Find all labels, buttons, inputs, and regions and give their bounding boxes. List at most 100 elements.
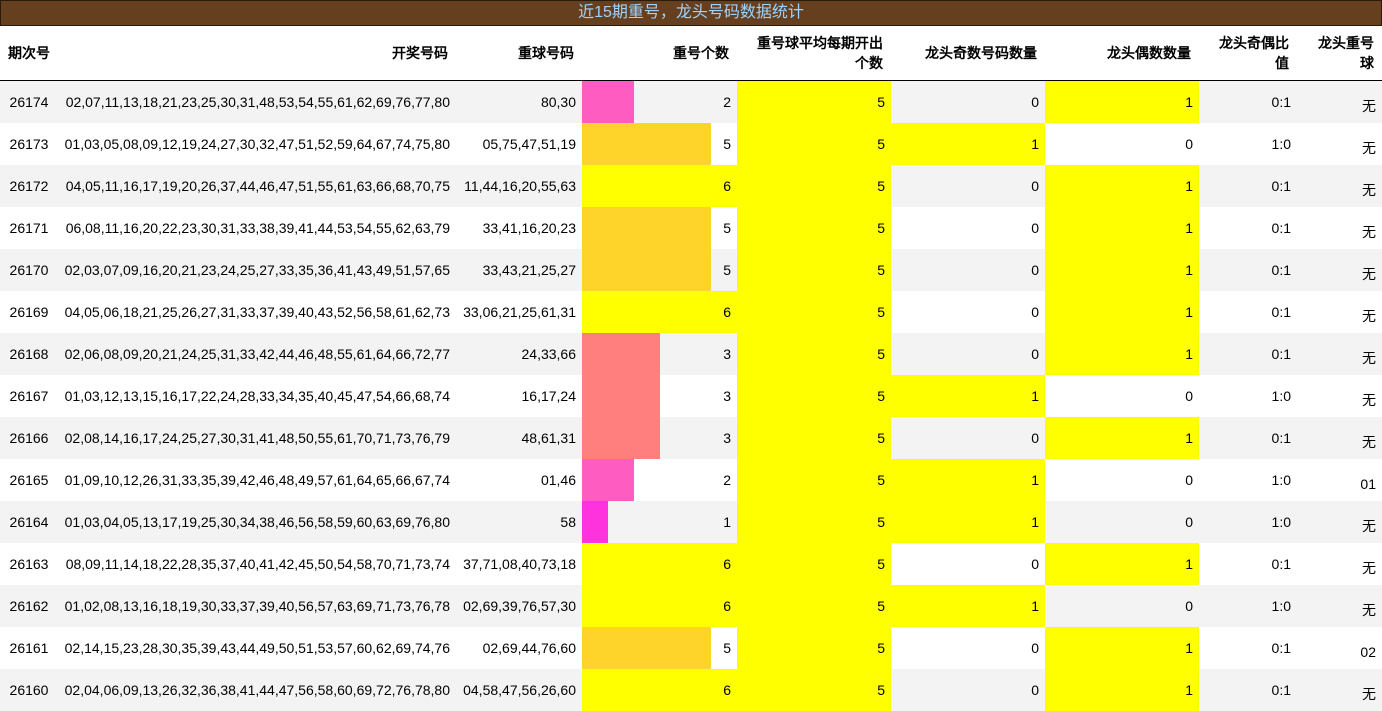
repeat-count-cell: 6 (582, 291, 737, 333)
repeat-count-value: 3 (723, 346, 731, 362)
repeat-count-value: 6 (723, 556, 731, 572)
issue-cell: 26162 (0, 585, 58, 627)
avg-cell: 5 (737, 543, 891, 585)
repeat-count-cell: 3 (582, 375, 737, 417)
numbers-cell: 01,09,10,12,26,31,33,35,39,42,46,48,49,5… (58, 459, 456, 501)
numbers-cell: 08,09,11,14,18,22,28,35,37,40,41,42,45,5… (58, 543, 456, 585)
even-count-cell: 1 (1045, 627, 1199, 669)
numbers-cell: 02,03,07,09,16,20,21,23,24,25,27,33,35,3… (58, 249, 456, 291)
numbers-cell: 04,05,11,16,17,19,20,26,37,44,46,47,51,5… (58, 165, 456, 207)
repeat-count-cell: 1 (582, 501, 737, 543)
col-header-repeat-balls[interactable]: 重球号码 (456, 26, 582, 81)
odd-count-cell: 1 (891, 501, 1045, 543)
repeat-count-value: 6 (723, 682, 731, 698)
odd-count-cell: 0 (891, 417, 1045, 459)
head-repeat-cell: 无 (1297, 585, 1382, 627)
avg-cell: 5 (737, 417, 891, 459)
table-header-row: 期次号 开奖号码 重球号码 重号个数 重号球平均每期开出个数 龙头奇数号码数量 … (0, 26, 1382, 81)
repeat-balls-cell: 33,06,21,25,61,31 (456, 291, 582, 333)
head-repeat-cell: 01 (1297, 459, 1382, 501)
numbers-cell: 02,07,11,13,18,21,23,25,30,31,48,53,54,5… (58, 80, 456, 123)
odd-count-cell: 0 (891, 80, 1045, 123)
head-repeat-cell: 无 (1297, 123, 1382, 165)
repeat-count-cell: 2 (582, 80, 737, 123)
avg-cell: 5 (737, 207, 891, 249)
avg-cell: 5 (737, 627, 891, 669)
odd-count-cell: 0 (891, 627, 1045, 669)
even-count-cell: 0 (1045, 375, 1199, 417)
repeat-count-cell: 2 (582, 459, 737, 501)
table-row: 26161 02,14,15,23,28,30,35,39,43,44,49,50… (0, 627, 1382, 669)
numbers-cell: 06,08,11,16,20,22,23,30,31,33,38,39,41,4… (58, 207, 456, 249)
odd-count-cell: 1 (891, 375, 1045, 417)
repeat-balls-cell: 16,17,24 (456, 375, 582, 417)
avg-cell: 5 (737, 249, 891, 291)
repeat-count-cell: 3 (582, 333, 737, 375)
repeat-balls-cell: 24,33,66 (456, 333, 582, 375)
page-title: 近15期重号，龙头号码数据统计 (0, 0, 1382, 26)
col-header-ratio[interactable]: 龙头奇偶比值 (1199, 26, 1297, 81)
repeat-balls-cell: 02,69,39,76,57,30 (456, 585, 582, 627)
odd-count-cell: 0 (891, 165, 1045, 207)
repeat-count-value: 3 (723, 388, 731, 404)
numbers-cell: 02,06,08,09,20,21,24,25,31,33,42,44,46,4… (58, 333, 456, 375)
ratio-cell: 1:0 (1199, 501, 1297, 543)
repeat-balls-cell: 48,61,31 (456, 417, 582, 459)
repeat-balls-cell: 02,69,44,76,60 (456, 627, 582, 669)
repeat-count-value: 6 (723, 598, 731, 614)
col-header-avg[interactable]: 重号球平均每期开出个数 (737, 26, 891, 81)
head-repeat-cell: 无 (1297, 417, 1382, 459)
even-count-cell: 0 (1045, 585, 1199, 627)
head-repeat-cell: 无 (1297, 291, 1382, 333)
table-row: 26168 02,06,08,09,20,21,24,25,31,33,42,44… (0, 333, 1382, 375)
odd-count-cell: 1 (891, 585, 1045, 627)
table-row: 26164 01,03,04,05,13,17,19,25,30,34,38,46… (0, 501, 1382, 543)
ratio-cell: 1:0 (1199, 459, 1297, 501)
head-repeat-cell: 02 (1297, 627, 1382, 669)
odd-count-cell: 0 (891, 543, 1045, 585)
even-count-cell: 1 (1045, 291, 1199, 333)
issue-cell: 26169 (0, 291, 58, 333)
repeat-count-cell: 5 (582, 123, 737, 165)
table-row: 26160 02,04,06,09,13,26,32,36,38,41,44,47… (0, 669, 1382, 711)
avg-cell: 5 (737, 291, 891, 333)
head-repeat-cell: 无 (1297, 375, 1382, 417)
ratio-cell: 1:0 (1199, 375, 1297, 417)
repeat-count-cell: 5 (582, 249, 737, 291)
table-row: 26173 01,03,05,08,09,12,19,24,27,30,32,47… (0, 123, 1382, 165)
head-repeat-cell: 无 (1297, 501, 1382, 543)
numbers-cell: 01,02,08,13,16,18,19,30,33,37,39,40,56,5… (58, 585, 456, 627)
issue-cell: 26163 (0, 543, 58, 585)
ratio-cell: 0:1 (1199, 249, 1297, 291)
odd-count-cell: 0 (891, 669, 1045, 711)
repeat-balls-cell: 37,71,08,40,73,18 (456, 543, 582, 585)
col-header-issue[interactable]: 期次号 (0, 26, 58, 81)
repeat-balls-cell: 58 (456, 501, 582, 543)
numbers-cell: 02,04,06,09,13,26,32,36,38,41,44,47,56,5… (58, 669, 456, 711)
repeat-count-cell: 6 (582, 669, 737, 711)
col-header-numbers[interactable]: 开奖号码 (58, 26, 456, 81)
col-header-head-repeat[interactable]: 龙头重号球 (1297, 26, 1382, 81)
issue-cell: 26174 (0, 80, 58, 123)
odd-count-cell: 0 (891, 207, 1045, 249)
even-count-cell: 1 (1045, 249, 1199, 291)
col-header-even[interactable]: 龙头偶数数量 (1045, 26, 1199, 81)
repeat-balls-cell: 80,30 (456, 80, 582, 123)
col-header-odd[interactable]: 龙头奇数号码数量 (891, 26, 1045, 81)
head-repeat-cell: 无 (1297, 80, 1382, 123)
repeat-count-value: 2 (723, 472, 731, 488)
table-row: 26172 04,05,11,16,17,19,20,26,37,44,46,47… (0, 165, 1382, 207)
even-count-cell: 1 (1045, 417, 1199, 459)
numbers-cell: 02,14,15,23,28,30,35,39,43,44,49,50,51,5… (58, 627, 456, 669)
repeat-count-cell: 6 (582, 543, 737, 585)
numbers-cell: 01,03,04,05,13,17,19,25,30,34,38,46,56,5… (58, 501, 456, 543)
odd-count-cell: 0 (891, 291, 1045, 333)
repeat-balls-cell: 11,44,16,20,55,63 (456, 165, 582, 207)
ratio-cell: 0:1 (1199, 417, 1297, 459)
repeat-count-value: 5 (723, 262, 731, 278)
col-header-repeat-count[interactable]: 重号个数 (582, 26, 737, 81)
head-repeat-cell: 无 (1297, 669, 1382, 711)
ratio-cell: 0:1 (1199, 165, 1297, 207)
issue-cell: 26166 (0, 417, 58, 459)
issue-cell: 26172 (0, 165, 58, 207)
